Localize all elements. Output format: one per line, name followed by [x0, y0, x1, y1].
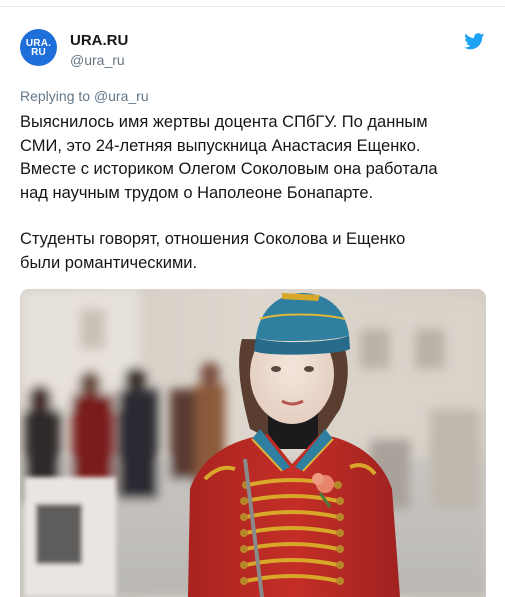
- tweet-text-line: СМИ, это 24-летняя выпускница Анастасия …: [20, 136, 421, 155]
- replying-to: Replying to @ura_ru: [20, 88, 149, 104]
- tweet-text-line: Вместе с историком Олегом Соколовым она …: [20, 160, 438, 178]
- tweet-text: Выяснилось имя жертвы доцента СПбГУ. По …: [20, 111, 492, 275]
- avatar-text-line2: RU: [31, 46, 46, 58]
- tweet-text-line: Выяснилось имя жертвы доцента СПбГУ. По …: [20, 113, 428, 131]
- avatar[interactable]: URA. RU: [20, 29, 57, 66]
- tweet-text-line: были романтическими.: [20, 253, 198, 272]
- photo-illustration: [20, 289, 486, 597]
- tweet-photo[interactable]: [20, 289, 486, 597]
- tweet-text-line: Студенты говорят, отношения Соколова и Е…: [20, 230, 406, 248]
- tweet-card: URA. RU URA.RU @ura_ru Replying to @ura_…: [0, 0, 505, 597]
- reply-mention-link[interactable]: @ura_ru: [94, 88, 149, 104]
- author-handle[interactable]: @ura_ru: [70, 52, 125, 68]
- tweet-text-line: над научным трудом о Наполеоне Бонапарте…: [20, 183, 374, 202]
- replying-to-prefix: Replying to: [20, 88, 91, 104]
- author-display-name[interactable]: URA.RU: [70, 32, 128, 49]
- top-divider: [0, 6, 505, 7]
- twitter-bird-icon[interactable]: [464, 33, 485, 50]
